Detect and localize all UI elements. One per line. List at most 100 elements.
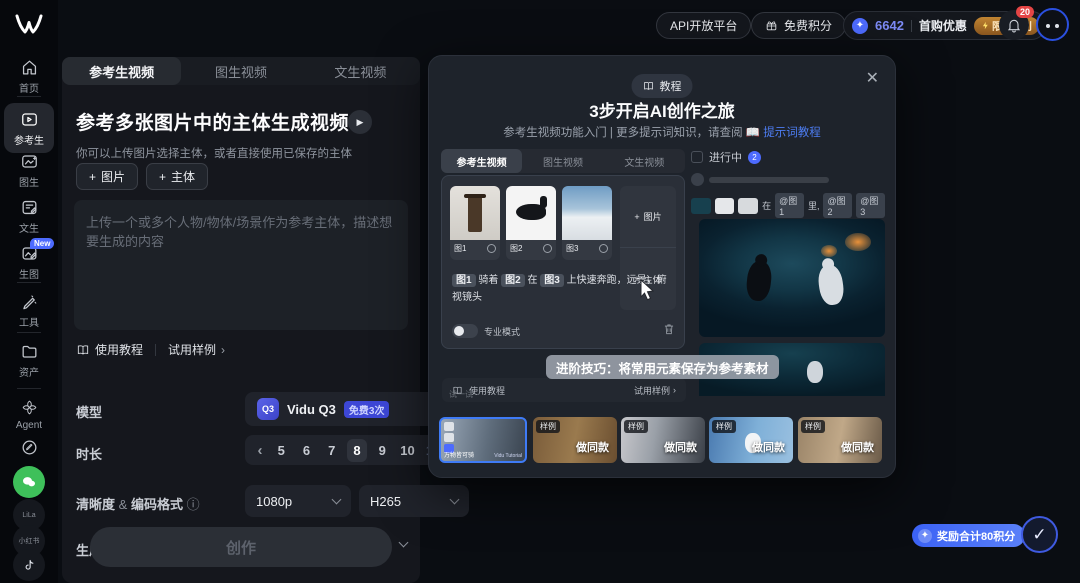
sidebar-item-assets[interactable]: 资产 xyxy=(0,342,58,379)
quality-codec-label: 清晰度 & 编码格式 ⓘ xyxy=(76,494,200,513)
page-subtitle: 你可以上传图片选择主体，或者直接使用已保存的主体 xyxy=(76,145,352,161)
duration-prev-arrow[interactable]: ‹ xyxy=(254,442,266,459)
try-sample-link[interactable]: 试用样例 › xyxy=(168,341,225,358)
demo-tab-reference[interactable]: 参考生视频 xyxy=(441,149,522,173)
demo-tutorial-link[interactable]: 使用教程 xyxy=(469,384,505,397)
folder-icon xyxy=(20,342,39,361)
create-button[interactable]: 创作 xyxy=(90,527,392,567)
chevron-down-icon xyxy=(332,494,342,504)
duration-option[interactable]: 6 xyxy=(297,443,317,458)
api-platform-button[interactable]: API开放平台 xyxy=(656,12,751,39)
demo-tab-text[interactable]: 文生视频 xyxy=(604,149,685,173)
prompt-tutorial-link[interactable]: 📖 提示词教程 xyxy=(746,127,821,139)
info-icon: ⓘ xyxy=(187,497,200,512)
divider xyxy=(17,96,41,97)
thumb xyxy=(738,198,758,214)
replace-icon[interactable] xyxy=(543,244,552,253)
avatar xyxy=(691,173,704,186)
sidebar-item-label: 生图 xyxy=(19,270,39,281)
book-icon xyxy=(643,80,655,92)
chevron-down-icon xyxy=(399,538,409,548)
sidebar-item-generate-image[interactable]: New 生图 xyxy=(0,244,58,281)
sample-card[interactable]: 样例 做同款 xyxy=(709,417,793,463)
reward-pill[interactable]: ✦ 奖励合计80积分 xyxy=(912,524,1025,547)
sample-card[interactable]: 样例 做同款 xyxy=(533,417,617,463)
vidu-logo-icon[interactable] xyxy=(13,8,45,40)
sidebar-item-reference[interactable]: 参考生 xyxy=(4,103,54,153)
tiktok-icon[interactable] xyxy=(13,549,45,581)
reward-label: 奖励合计80积分 xyxy=(937,528,1015,544)
codec-select[interactable]: H265 xyxy=(359,485,469,517)
home-icon xyxy=(20,58,39,77)
cursor-icon xyxy=(639,279,657,301)
quality-select[interactable]: 1080p xyxy=(245,485,351,517)
avatar[interactable] xyxy=(1036,8,1069,41)
sidebar-item-image-to-video[interactable]: 图生 xyxy=(0,152,58,189)
replace-icon[interactable] xyxy=(599,244,608,253)
demo-image-card-2[interactable]: 图2 xyxy=(506,186,556,260)
page-title: 参考多张图片中的主体生成视频 xyxy=(76,108,349,135)
divider xyxy=(155,344,156,356)
bell-icon xyxy=(1006,17,1022,33)
notification-count-badge: 20 xyxy=(1016,6,1034,18)
tutorial-modal: ✕ 教程 3步开启AI创作之旅 参考生视频功能入门 | 更多提示词知识，请查阅 … xyxy=(428,55,896,478)
demo-add-image-button[interactable]: +图片 xyxy=(620,186,676,248)
in-progress-checkbox[interactable] xyxy=(691,151,703,163)
duration-option-selected[interactable]: 8 xyxy=(347,439,367,462)
notifications-button[interactable]: 20 xyxy=(999,10,1029,40)
sample-action-label: 做同款 xyxy=(664,439,697,455)
lila-label: LiLa xyxy=(22,512,35,519)
sample-action-label: 做同款 xyxy=(576,439,609,455)
duration-option[interactable]: 5 xyxy=(271,443,291,458)
demo-image-card-3[interactable]: 图3 xyxy=(562,186,612,260)
prompt-tag: 图3 xyxy=(540,274,564,287)
mini-thumbs xyxy=(444,422,454,453)
checkin-button[interactable]: ✓ xyxy=(1021,516,1058,553)
tab-text-video[interactable]: 文生视频 xyxy=(301,57,420,85)
sidebar-item-home[interactable]: 首页 xyxy=(0,58,58,95)
demo-image-card-1[interactable]: 图1 xyxy=(450,186,500,260)
demo-tab-image[interactable]: 图生视频 xyxy=(522,149,603,173)
sample-badge: 样例 xyxy=(801,420,825,433)
demo-sample-link[interactable]: 试用样例› xyxy=(634,384,676,397)
duration-option[interactable]: 10 xyxy=(398,443,418,458)
sidebar-item-text-to-video[interactable]: 文生 xyxy=(0,198,58,235)
sidebar-item-feedback[interactable] xyxy=(0,438,58,460)
wechat-icon[interactable] xyxy=(13,466,45,498)
landscape-image xyxy=(562,186,612,240)
tab-reference-video[interactable]: 参考生视频 xyxy=(62,57,181,85)
prompt-tag: 图1 xyxy=(452,274,476,287)
free-credits-button[interactable]: 免费积分 xyxy=(751,12,846,39)
duration-option[interactable]: 7 xyxy=(322,443,342,458)
close-icon[interactable]: ✕ xyxy=(866,68,879,88)
sample-card[interactable]: 样例 做同款 xyxy=(798,417,882,463)
credits-count: 6642 xyxy=(875,18,904,33)
replace-icon[interactable] xyxy=(487,244,496,253)
sample-card[interactable]: 样例 做同款 xyxy=(621,417,705,463)
add-subject-label: 主体 xyxy=(171,168,195,185)
try-sample-label: 试用样例 xyxy=(168,341,216,358)
intro-play-button[interactable]: ▶ xyxy=(348,110,372,134)
sidebar-item-agent[interactable]: Agent xyxy=(0,398,58,431)
promo-label: 首购优惠 xyxy=(919,17,967,34)
tutorial-badge: 教程 xyxy=(632,74,693,98)
result-tag: @图3 xyxy=(856,193,885,218)
prompt-input[interactable] xyxy=(74,200,408,330)
pro-mode-toggle[interactable] xyxy=(452,324,478,338)
plus-icon: + xyxy=(89,170,96,184)
thumb xyxy=(715,198,735,214)
add-subject-button[interactable]: + 主体 xyxy=(146,163,208,190)
divider xyxy=(17,282,41,283)
sidebar-item-tools[interactable]: 工具 xyxy=(0,292,58,329)
duration-option[interactable]: 9 xyxy=(372,443,392,458)
sidebar: 首页 参考生 图生 文生 New 生图 工具 资产 xyxy=(0,0,58,583)
result-video-thumbnail[interactable] xyxy=(699,219,885,337)
quality-label: 清晰度 xyxy=(76,497,115,512)
trash-icon[interactable] xyxy=(662,322,676,336)
tab-image-video[interactable]: 图生视频 xyxy=(181,57,300,85)
sample-card-selected[interactable]: 万物皆可骑 Vidu Tutorial xyxy=(439,417,527,463)
demo-composer: 参考生视频 图生视频 文生视频 图1 图2 图3 +图片 xyxy=(441,149,685,375)
tutorial-badge-label: 教程 xyxy=(660,78,682,94)
add-image-button[interactable]: + 图片 xyxy=(76,163,138,190)
tutorial-link[interactable]: 使用教程 xyxy=(76,341,143,358)
